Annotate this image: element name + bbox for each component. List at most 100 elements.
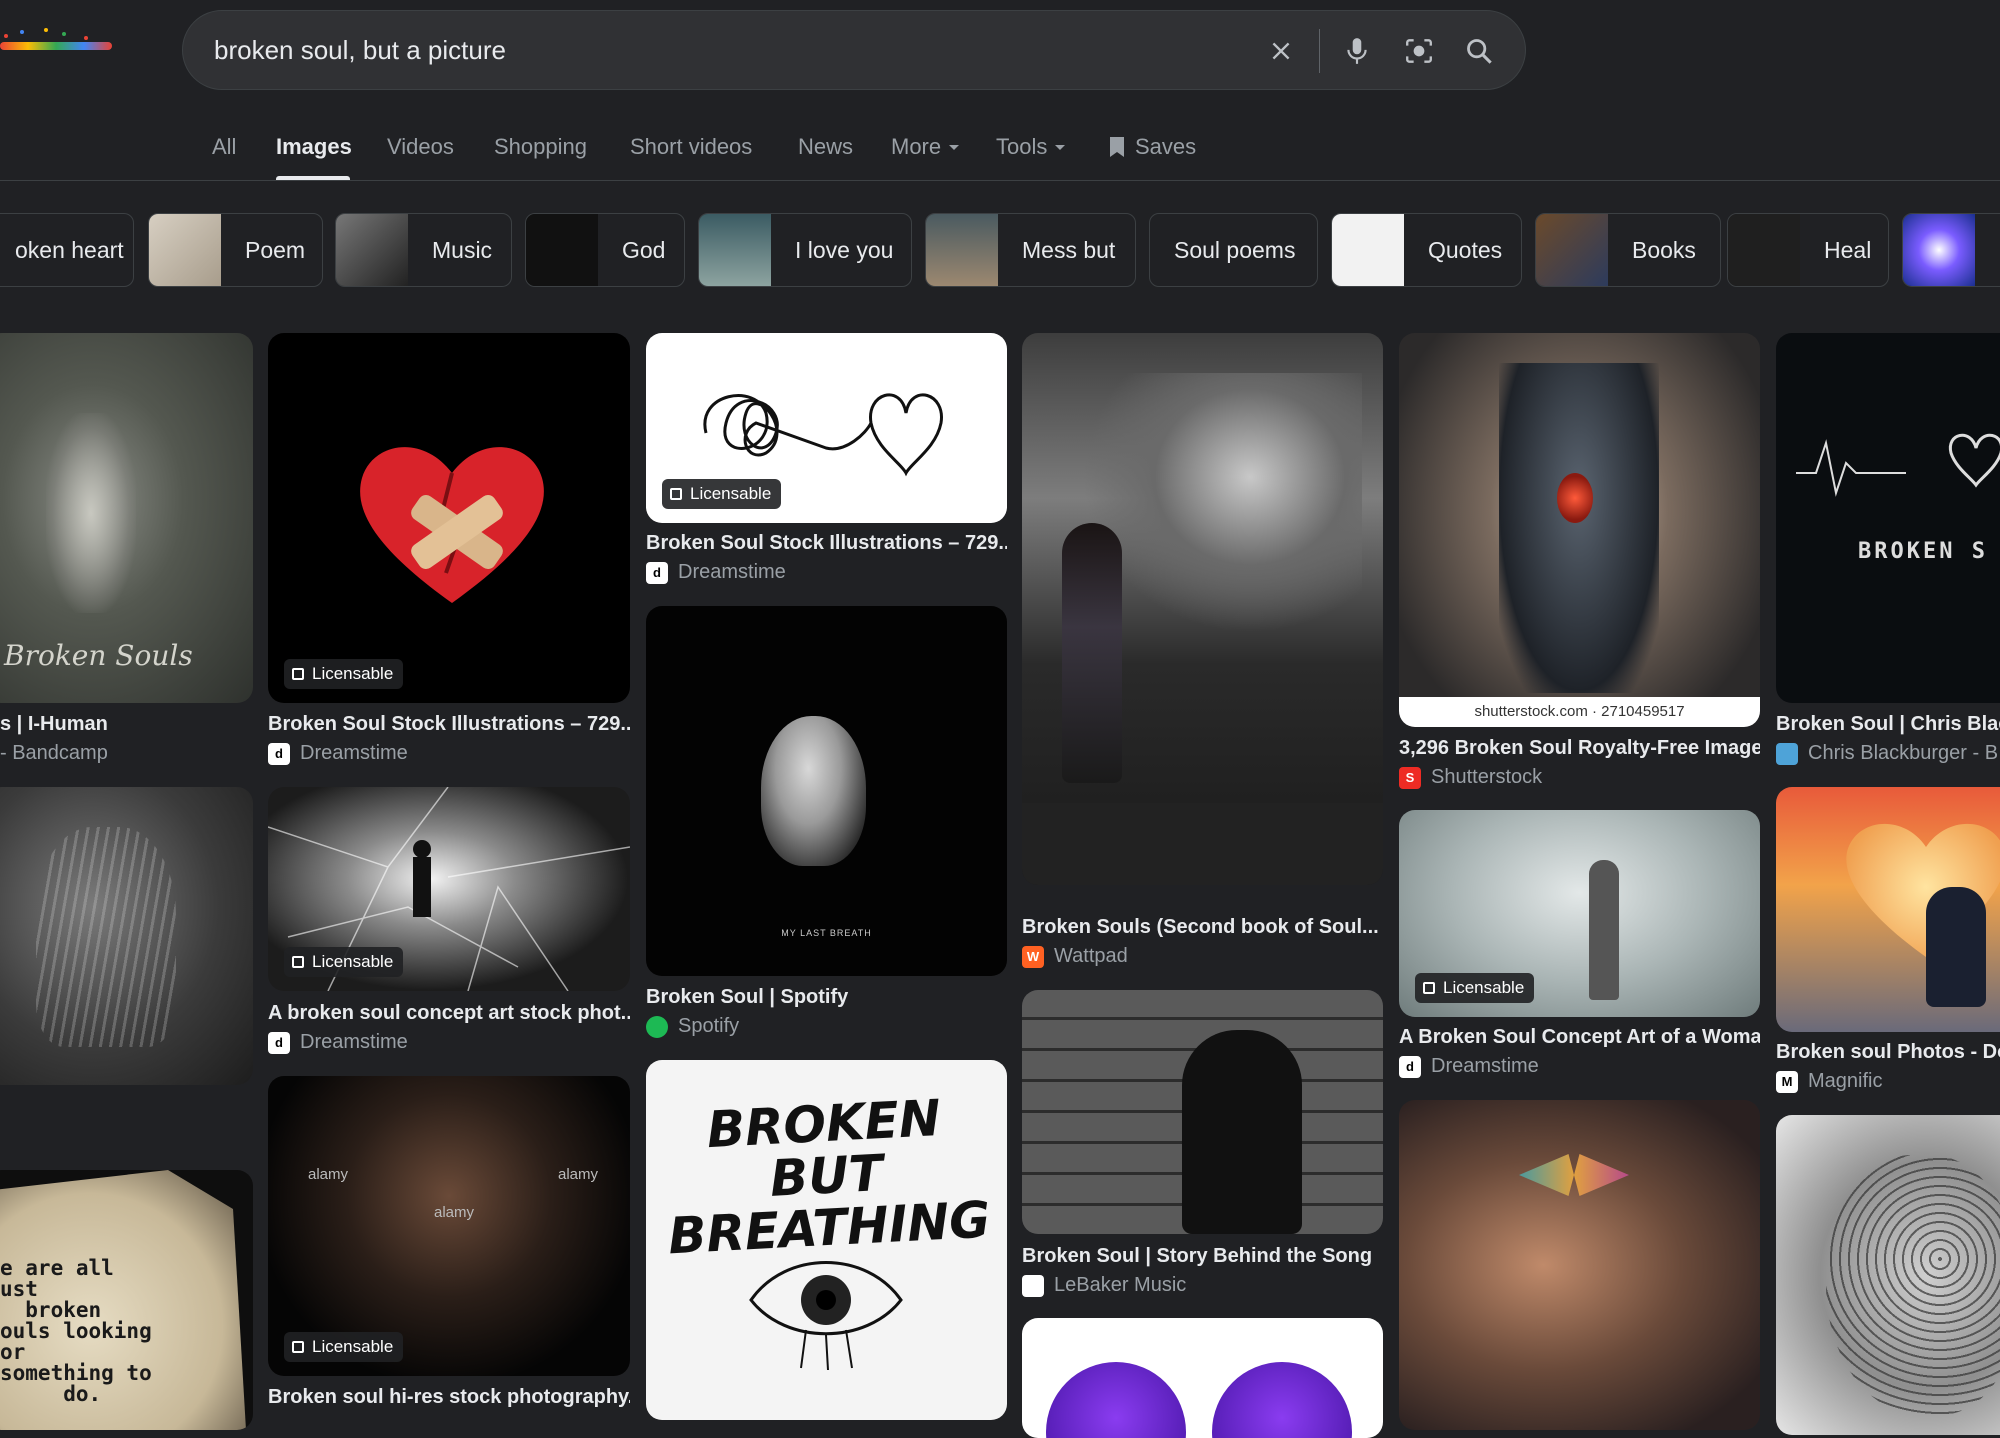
result-title[interactable]: Broken Souls (Second book of Soul... xyxy=(1022,916,1383,939)
watermark: alamy xyxy=(434,1204,475,1221)
result-title[interactable]: Broken Soul | Spotify xyxy=(646,986,1007,1009)
result-image[interactable]: MY LAST BREATH xyxy=(646,606,1007,976)
boy-silhouette xyxy=(1926,887,1986,1007)
chip-soul-poems[interactable]: Soul poems xyxy=(1149,213,1318,287)
result-source[interactable]: M Magnific xyxy=(1776,1070,2000,1093)
image-icon xyxy=(292,1341,304,1353)
result-title[interactable]: Broken Soul Stock Illustrations – 729... xyxy=(268,713,630,736)
chip-books[interactable]: Books xyxy=(1535,213,1721,287)
chip-i-love-you[interactable]: I love you xyxy=(698,213,912,287)
source-name: Magnific xyxy=(1808,1070,1883,1092)
result-source[interactable]: d Dreamstime xyxy=(1399,1055,1760,1078)
image-caption: Broken Souls xyxy=(4,639,193,672)
tab-label: Saves xyxy=(1135,134,1197,159)
purple-sphere-graphic xyxy=(1046,1362,1186,1438)
result-source[interactable]: d Dreamstime xyxy=(646,561,1007,584)
chip-heal[interactable]: Heal xyxy=(1727,213,1889,287)
result-image[interactable]: BROKEN S xyxy=(1776,333,2000,703)
image-caption: BROKEN S xyxy=(1858,539,1988,564)
tab-label: Tools xyxy=(996,134,1048,159)
google-logo[interactable] xyxy=(0,28,112,52)
tab-label: Shopping xyxy=(494,134,587,159)
result-image[interactable]: BROKEN BUT BREATHING xyxy=(646,1060,1007,1420)
badge-label: Licensable xyxy=(312,952,394,971)
result-image[interactable]: Licensable xyxy=(268,787,630,991)
storm-cloud-graphic xyxy=(1082,373,1362,633)
source-name: LeBaker Music xyxy=(1054,1274,1187,1296)
result-image[interactable] xyxy=(1022,990,1383,1234)
tab-news[interactable]: News xyxy=(798,134,853,160)
result-title[interactable]: Broken soul hi-res stock photography... xyxy=(268,1386,630,1409)
clear-icon[interactable] xyxy=(1263,33,1299,69)
result-image[interactable] xyxy=(1776,787,2000,1032)
eye-icon xyxy=(749,1261,903,1370)
tab-images[interactable]: Images xyxy=(276,134,352,160)
result-title[interactable]: Broken Soul | Story Behind the Song xyxy=(1022,1245,1383,1268)
chip-thumbnail xyxy=(149,214,221,286)
chip-poem[interactable]: Poem xyxy=(148,213,323,287)
badge-label: Licensable xyxy=(690,484,772,503)
result-source[interactable]: - Bandcamp xyxy=(0,742,253,765)
result-title[interactable]: A Broken Soul Concept Art of a Woma... xyxy=(1399,1026,1760,1049)
result-source[interactable]: W Wattpad xyxy=(1022,945,1383,968)
result-source[interactable]: S Shutterstock xyxy=(1399,766,1760,789)
tab-more[interactable]: More xyxy=(891,134,960,160)
result-title[interactable]: Broken Soul | Chris Black xyxy=(1776,713,2000,736)
result-image[interactable] xyxy=(1399,1100,1760,1430)
badge-label: Licensable xyxy=(312,664,394,683)
result-source[interactable]: Chris Blackburger - B xyxy=(1776,742,2000,765)
result-image[interactable]: Licensable xyxy=(268,333,630,703)
tab-videos[interactable]: Videos xyxy=(387,134,454,160)
chip-mess-but[interactable]: Mess but xyxy=(925,213,1136,287)
search-icon[interactable] xyxy=(1461,33,1497,69)
result-image[interactable]: Licensable xyxy=(646,333,1007,523)
wattpad-icon: W xyxy=(1022,945,1044,968)
source-name: Dreamstime xyxy=(678,561,786,583)
result-image[interactable]: Licensable xyxy=(1399,810,1760,1017)
result-image[interactable] xyxy=(1022,1318,1383,1438)
woman-silhouette xyxy=(1589,860,1619,1000)
result-image[interactable] xyxy=(0,787,253,1085)
result-image[interactable]: alamy alamy alamy Licensable xyxy=(268,1076,630,1376)
hooded-figure-silhouette xyxy=(1182,1030,1302,1234)
chris-blackburger-icon xyxy=(1776,742,1798,765)
result-source[interactable]: Spotify xyxy=(646,1015,1007,1038)
tab-tools[interactable]: Tools xyxy=(996,134,1066,160)
result-image[interactable]: Broken Souls xyxy=(0,333,253,703)
result-title[interactable]: 3,296 Broken Soul Royalty-Free Image... xyxy=(1399,737,1760,760)
result-source[interactable]: d Dreamstime xyxy=(268,1031,630,1054)
broken-heart-icon xyxy=(360,447,544,603)
quote-text: e are all ust broken ouls looking or som… xyxy=(0,1256,152,1406)
tab-all[interactable]: All xyxy=(212,134,236,160)
chip-thumbnail xyxy=(1728,214,1800,286)
chip-thumbnail xyxy=(926,214,998,286)
chip-quotes[interactable]: Quotes xyxy=(1331,213,1522,287)
chip-music[interactable]: Music xyxy=(335,213,512,287)
search-input[interactable]: broken soul, but a picture xyxy=(214,35,506,66)
result-source[interactable]: LeBaker Music xyxy=(1022,1274,1383,1297)
result-title[interactable]: Broken Soul Stock Illustrations – 729... xyxy=(646,532,1007,555)
chip-broken-heart[interactable]: oken heart xyxy=(0,213,134,287)
result-title[interactable]: s | I-Human xyxy=(0,713,253,736)
tab-saves[interactable]: Saves xyxy=(1107,134,1196,160)
microphone-icon[interactable] xyxy=(1339,33,1375,69)
result-source[interactable]: d Dreamstime xyxy=(268,742,630,765)
camera-lens-icon[interactable] xyxy=(1401,33,1437,69)
chip-god[interactable]: God xyxy=(525,213,685,287)
result-image[interactable] xyxy=(1022,333,1383,885)
result-image[interactable]: e are all ust broken ouls looking or som… xyxy=(0,1170,253,1430)
tab-shopping[interactable]: Shopping xyxy=(494,134,587,160)
dreamstime-icon: d xyxy=(646,561,668,584)
source-name: Spotify xyxy=(678,1015,740,1037)
artwork-text: BROKEN BUT BREATHING xyxy=(646,1089,1007,1265)
chip-label: God xyxy=(622,236,666,263)
tab-label: News xyxy=(798,134,854,159)
tab-label: All xyxy=(212,134,237,159)
result-image[interactable]: shutterstock.com · 2710459517 xyxy=(1399,333,1760,727)
result-title[interactable]: Broken soul Photos - Dow xyxy=(1776,1041,2000,1064)
chip-s[interactable]: S xyxy=(1902,213,2000,287)
result-title[interactable]: A broken soul concept art stock phot... xyxy=(268,1002,630,1025)
result-image[interactable] xyxy=(1776,1115,2000,1435)
tab-short-videos[interactable]: Short videos xyxy=(630,134,752,160)
spotify-icon xyxy=(646,1015,668,1038)
